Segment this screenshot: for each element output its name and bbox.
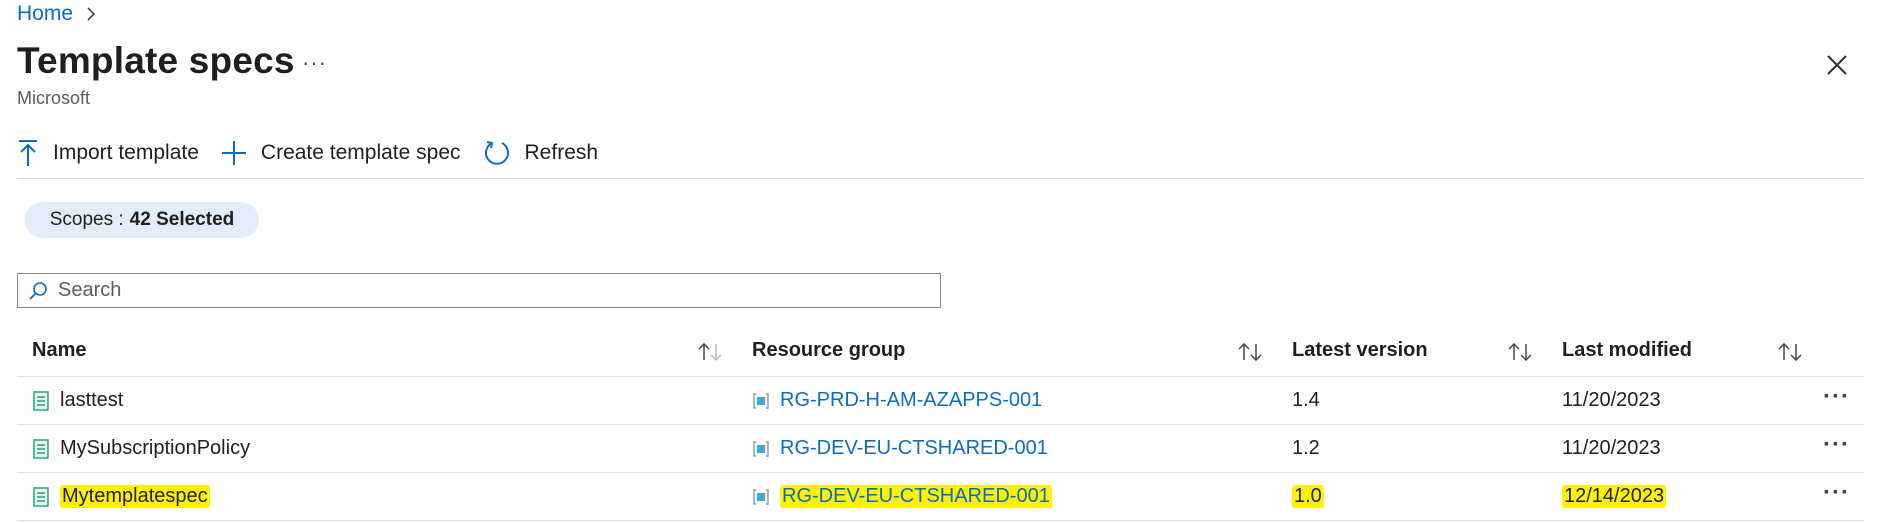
search-input[interactable] [56,278,940,303]
scopes-value: 42 Selected [129,209,235,230]
column-header-resource-group[interactable]: Resource group [752,339,905,362]
create-template-spec-label: Create template spec [260,141,461,164]
resource-group-link[interactable]: RG-PRD-H-AM-AZAPPS-001 [780,389,1042,412]
resource-group-icon [753,392,769,409]
more-icon[interactable]: ··· [1823,431,1850,459]
close-icon[interactable] [1826,54,1848,76]
more-options-button[interactable]: ··· [302,50,327,76]
sort-icon[interactable] [1777,341,1803,363]
scopes-filter-pill[interactable]: Scopes : 42 Selected [25,202,259,238]
column-header-name[interactable]: Name [32,339,86,362]
more-icon[interactable]: ··· [1823,479,1850,507]
breadcrumb-home-link[interactable]: Home [17,2,73,26]
search-box [17,273,941,308]
latest-version: 1.4 [1292,389,1320,411]
template-spec-name[interactable]: MySubscriptionPolicy [60,437,250,460]
more-icon[interactable]: ··· [1823,383,1850,411]
latest-version: 1.2 [1292,437,1320,459]
import-template-button[interactable]: Import template [17,139,199,167]
toolbar-divider [17,178,1864,179]
table-header: Name Resource group Latest version Last … [17,335,1864,377]
resource-group-icon [753,440,769,457]
latest-version: 1.0 [1292,485,1324,508]
create-template-spec-button[interactable]: Create template spec [221,140,461,166]
resource-group-link[interactable]: RG-DEV-EU-CTSHARED-001 [780,437,1048,460]
plus-icon [221,141,246,165]
refresh-label: Refresh [524,141,599,164]
refresh-icon [484,141,509,165]
template-spec-icon [33,438,49,459]
last-modified: 12/14/2023 [1562,485,1667,508]
template-spec-name[interactable]: lasttest [60,389,123,412]
refresh-button[interactable]: Refresh [483,139,599,167]
scopes-label: Scopes : [49,209,124,230]
template-spec-icon [33,486,49,507]
table-row[interactable]: MySubscriptionPolicy RG-DEV-EU-CTSHARED-… [17,425,1864,473]
column-header-latest-version[interactable]: Latest version [1292,339,1428,362]
sort-icon[interactable] [1507,341,1533,363]
command-bar: Import template Create template spec Ref… [17,136,620,170]
breadcrumb: Home [17,2,97,26]
table-row[interactable]: lasttest RG-PRD-H-AM-AZAPPS-001 1.4 11/2… [17,377,1864,425]
import-template-label: Import template [53,141,199,164]
template-spec-name[interactable]: Mytemplatespec [60,485,210,508]
chevron-right-icon [87,7,96,21]
resource-group-link[interactable]: RG-DEV-EU-CTSHARED-001 [780,485,1052,508]
sort-icon[interactable] [697,341,723,363]
search-icon [29,281,47,300]
last-modified: 11/20/2023 [1562,437,1661,459]
sort-icon[interactable] [1237,341,1263,363]
last-modified: 11/20/2023 [1562,389,1661,411]
resource-group-icon [753,488,769,505]
column-header-last-modified[interactable]: Last modified [1562,339,1692,362]
page-title: Template specs [17,40,295,81]
table-row[interactable]: Mytemplatespec RG-DEV-EU-CTSHARED-001 1.… [17,473,1864,521]
upload-icon [19,140,37,166]
page-subtitle: Microsoft [17,88,91,108]
template-spec-icon [33,390,49,411]
